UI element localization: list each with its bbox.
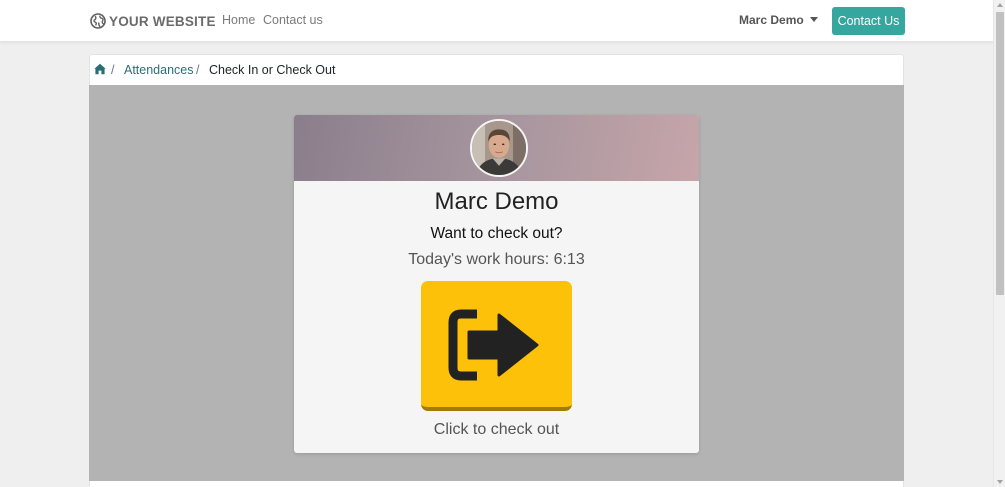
breadcrumb-separator: / [196, 63, 200, 77]
logo-text: YOUR WEBSITE [109, 13, 216, 29]
nav-link-home[interactable]: Home [222, 13, 255, 27]
breadcrumb-separator: / [111, 63, 115, 77]
attendance-card: Marc Demo Want to check out? Today's wor… [294, 115, 699, 453]
card-header-banner [294, 115, 699, 181]
employee-name: Marc Demo [434, 188, 559, 215]
check-out-button[interactable] [421, 281, 572, 411]
check-out-caption: Click to check out [433, 421, 560, 438]
page-scrollbar[interactable] [993, 0, 1005, 487]
nav-link-contact[interactable]: Contact us [263, 13, 323, 27]
top-navbar: YOUR WEBSITE Home Contact us Marc Demo C… [0, 0, 993, 42]
scrollbar-thumb[interactable] [996, 12, 1004, 295]
scroll-down-arrow-icon[interactable] [997, 480, 1003, 484]
website-logo[interactable]: YOUR WEBSITE [90, 11, 216, 31]
sign-out-icon [448, 309, 539, 381]
user-menu-name: Marc Demo [739, 13, 804, 27]
globe-icon [90, 13, 106, 29]
scroll-up-arrow-icon[interactable] [997, 3, 1003, 7]
work-hours-text: Today's work hours: 6:13 [408, 251, 585, 268]
attendance-main-area: Marc Demo Want to check out? Today's wor… [89, 85, 904, 481]
page-footer-edge [89, 481, 904, 487]
breadcrumb-current: Check In or Check Out [209, 63, 336, 77]
employee-avatar [470, 119, 528, 177]
breadcrumb-attendances-link[interactable]: Attendances [124, 63, 194, 77]
contact-us-button[interactable]: Contact Us [832, 7, 905, 35]
user-menu-dropdown[interactable]: Marc Demo [739, 13, 818, 27]
caret-down-icon [809, 16, 818, 22]
check-out-question: Want to check out? [430, 225, 563, 242]
breadcrumb: / Attendances / Check In or Check Out [89, 54, 904, 85]
home-icon[interactable] [94, 63, 106, 75]
